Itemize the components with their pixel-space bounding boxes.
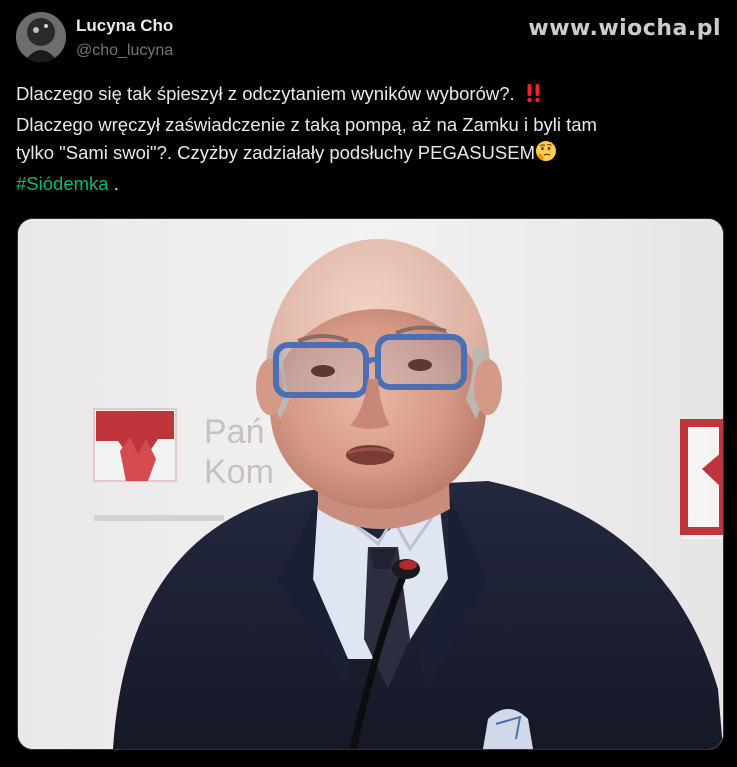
watermark-text: www.wiocha.pl xyxy=(528,16,721,41)
background-logo-text-2: Kom xyxy=(204,453,274,491)
tweet-trailing-period: . xyxy=(113,173,119,194)
background-logo-text-1: Pań xyxy=(204,413,265,451)
author-handle[interactable]: @cho_lucyna xyxy=(76,42,173,60)
tweet-line-3-text: tylko "Sami swoi"?. Czyżby zadziałały po… xyxy=(16,142,535,163)
tweet-photo[interactable]: Pań Kom xyxy=(17,218,724,750)
tweet-line-2: Dlaczego wręczył zaświadczenie z taką po… xyxy=(16,114,597,135)
double-exclamation-emoji-icon xyxy=(524,83,544,111)
tweet-line-1-text: Dlaczego się tak śpieszył z odczytaniem … xyxy=(16,83,515,104)
photo-man-at-microphone: Pań Kom xyxy=(18,219,723,749)
author-display-name[interactable]: Lucyna Cho xyxy=(76,16,173,36)
tweet-line-1: Dlaczego się tak śpieszył z odczytaniem … xyxy=(16,80,716,111)
tweet-line-4: #Siódemka . xyxy=(16,170,716,198)
tweet-line-3: tylko "Sami swoi"?. Czyżby zadziałały po… xyxy=(16,139,716,170)
hashtag-link[interactable]: #Siódemka xyxy=(16,173,109,194)
avatar[interactable] xyxy=(16,12,66,62)
tweet-text: Dlaczego się tak śpieszył z odczytaniem … xyxy=(16,80,716,198)
thinking-face-emoji-icon xyxy=(535,140,557,170)
avatar-image xyxy=(16,12,66,62)
